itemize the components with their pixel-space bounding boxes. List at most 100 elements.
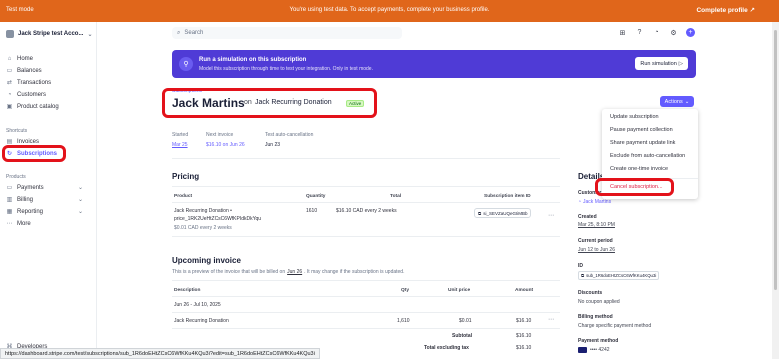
help-icon[interactable]: ?	[635, 28, 644, 37]
next-invoice-label: Next invoice	[206, 132, 234, 138]
search-input[interactable]: ⌕ Search	[172, 27, 402, 39]
sidebar-item-label: More	[17, 220, 31, 227]
products-section-label: Products	[6, 174, 26, 180]
subscription-id-value: sub_1R6doEHtZCsC6WfKKu4KQu3i	[586, 273, 657, 278]
transactions-icon: ⇄	[6, 80, 13, 86]
card-last4: •••• 4242	[590, 347, 610, 353]
total-ex-tax-value: $16.10	[516, 345, 532, 351]
col-description: Description	[174, 288, 201, 293]
line-qty: 1,610	[397, 318, 410, 324]
total-value: $16.10 CAD every 2 weeks	[336, 208, 397, 214]
col-quantity: Quantity	[306, 194, 326, 199]
sidebar-item-home[interactable]: ⌂ Home	[6, 55, 33, 62]
divider	[172, 236, 560, 237]
sidebar-item-more[interactable]: ⋯ More	[6, 220, 31, 228]
sidebar-item-invoices[interactable]: ▤ Invoices	[6, 138, 40, 146]
product-catalog-icon: ▣	[6, 104, 13, 110]
period-label: Current period	[578, 238, 613, 244]
subtotal-value: $16.10	[516, 333, 532, 339]
billing-method-value: Charge specific payment method	[578, 323, 652, 329]
chevron-down-icon: ⌄	[78, 197, 84, 203]
menu-exclude-auto-cancellation[interactable]: Exclude from auto-cancellation	[610, 153, 685, 159]
sidebar-item-label: Invoices	[17, 138, 40, 145]
top-toolbar: ⊞ ? ◔ ⚙ +	[618, 28, 695, 37]
payment-method-label: Payment method	[578, 338, 619, 344]
apps-icon[interactable]: ⊞	[618, 28, 627, 37]
copy-icon: ⧉	[581, 273, 585, 278]
col-total: Total	[390, 194, 402, 199]
divider	[172, 158, 560, 159]
divider	[172, 202, 560, 203]
customer-value: Jack Martins	[583, 199, 612, 205]
col-amount: Amount	[515, 288, 534, 293]
run-simulation-button[interactable]: Run simulation ▷	[635, 57, 688, 70]
created-value[interactable]: Mar 25, 8:10 PM	[578, 222, 615, 228]
upcoming-subtitle-date[interactable]: Jun 26	[287, 269, 302, 275]
menu-create-one-time-invoice[interactable]: Create one-time invoice	[610, 166, 668, 172]
billing-method-label: Billing method	[578, 314, 613, 320]
auto-cancel-value: Jun 23	[265, 142, 281, 148]
next-invoice-value[interactable]: $16.10 on Jun 26	[206, 142, 245, 148]
menu-pause-payment-collection[interactable]: Pause payment collection	[610, 127, 673, 133]
sidebar: Jack Stripe test Acco... ⌄ ⌂ Home ▭ Bala…	[0, 22, 96, 359]
started-label: Started	[172, 132, 189, 138]
notifications-icon[interactable]: ◔	[652, 28, 661, 37]
row-overflow-menu-icon[interactable]: ⋯	[548, 212, 554, 219]
chevron-down-icon: ⌄	[87, 31, 93, 38]
upcoming-subtitle: This is a preview of the invoice that wi…	[172, 269, 404, 275]
copy-icon: ⧉	[478, 210, 482, 216]
menu-update-subscription[interactable]: Update subscription	[610, 114, 659, 120]
sidebar-item-balances[interactable]: ▭ Balances	[6, 67, 42, 75]
complete-profile-link[interactable]: Complete profile ↗	[696, 6, 755, 14]
menu-share-payment-update-link[interactable]: Share payment update link	[610, 140, 675, 146]
sidebar-item-label: Product catalog	[17, 103, 59, 110]
chevron-down-icon: ⌄	[78, 209, 84, 215]
simulation-banner: ⚲ Run a simulation on this subscription …	[172, 50, 696, 78]
product-name[interactable]: Jack Recurring Donation •	[174, 208, 232, 214]
actions-button[interactable]: Actions ⌄	[660, 96, 694, 107]
line-description: Jack Recurring Donation	[174, 318, 229, 324]
divider	[172, 312, 560, 313]
created-label: Created	[578, 214, 597, 220]
payments-icon: ▭	[6, 185, 13, 191]
invoice-period: Jun 26 - Jul 10, 2025	[174, 302, 221, 308]
started-value[interactable]: Mar 25	[172, 142, 188, 148]
quantity-value: 1610	[306, 208, 318, 214]
sidebar-item-label: Reporting	[17, 208, 44, 215]
subscription-id-pill[interactable]: ⧉ sub_1R6doEHtZCsC6WfKKu4KQu3i	[578, 271, 660, 280]
simulation-icon: ⚲	[179, 57, 193, 71]
upcoming-subtitle-pre: This is a preview of the invoice that wi…	[172, 269, 286, 275]
line-overflow-menu-icon[interactable]: ⋯	[548, 316, 554, 323]
run-simulation-label: Run simulation	[640, 60, 677, 67]
create-plus-icon[interactable]: +	[686, 28, 695, 37]
customer-link[interactable]: ◔ Jack Martins	[578, 199, 611, 205]
col-unit-price: Unit price	[448, 288, 471, 293]
chevron-down-icon: ⌄	[78, 185, 84, 191]
sidebar-item-transactions[interactable]: ⇄ Transactions	[6, 79, 51, 87]
sidebar-item-payments[interactable]: ▭ Payments ⌄	[6, 184, 83, 192]
col-item-id: Subscription item ID	[484, 194, 531, 199]
external-link-icon: ↗	[749, 7, 755, 14]
col-product: Product	[174, 194, 193, 199]
search-icon: ⌕	[177, 29, 181, 36]
item-id-pill[interactable]: ⧉ si_SEVZaUQeGIiMBb	[474, 208, 532, 218]
account-switcher[interactable]: Jack Stripe test Acco... ⌄	[6, 30, 93, 38]
play-icon: ▷	[678, 60, 683, 67]
total-ex-tax-label: Total excluding tax	[424, 345, 469, 351]
highlight-subscriptions	[2, 145, 66, 162]
chevron-down-icon: ⌄	[684, 98, 690, 105]
simulation-title: Run a simulation on this subscription	[199, 57, 307, 63]
settings-icon[interactable]: ⚙	[669, 28, 678, 37]
sidebar-item-customers[interactable]: ◔ Customers	[6, 91, 46, 98]
sidebar-item-reporting[interactable]: ▦ Reporting ⌄	[6, 208, 83, 216]
customers-icon: ◔	[7, 91, 12, 98]
sidebar-item-billing[interactable]: ▥ Billing ⌄	[6, 196, 83, 204]
discounts-label: Discounts	[578, 290, 603, 296]
payment-method-value: •••• 4242	[578, 347, 610, 353]
discounts-value: No coupon applied	[578, 299, 620, 305]
highlight-cancel-subscription	[595, 178, 674, 196]
sidebar-item-product-catalog[interactable]: ▣ Product catalog	[6, 103, 59, 111]
scrollbar-thumb[interactable]	[774, 30, 777, 290]
period-value[interactable]: Jun 12 to Jun 26	[578, 247, 615, 253]
auto-cancel-label: Test auto-cancellation	[265, 132, 314, 138]
